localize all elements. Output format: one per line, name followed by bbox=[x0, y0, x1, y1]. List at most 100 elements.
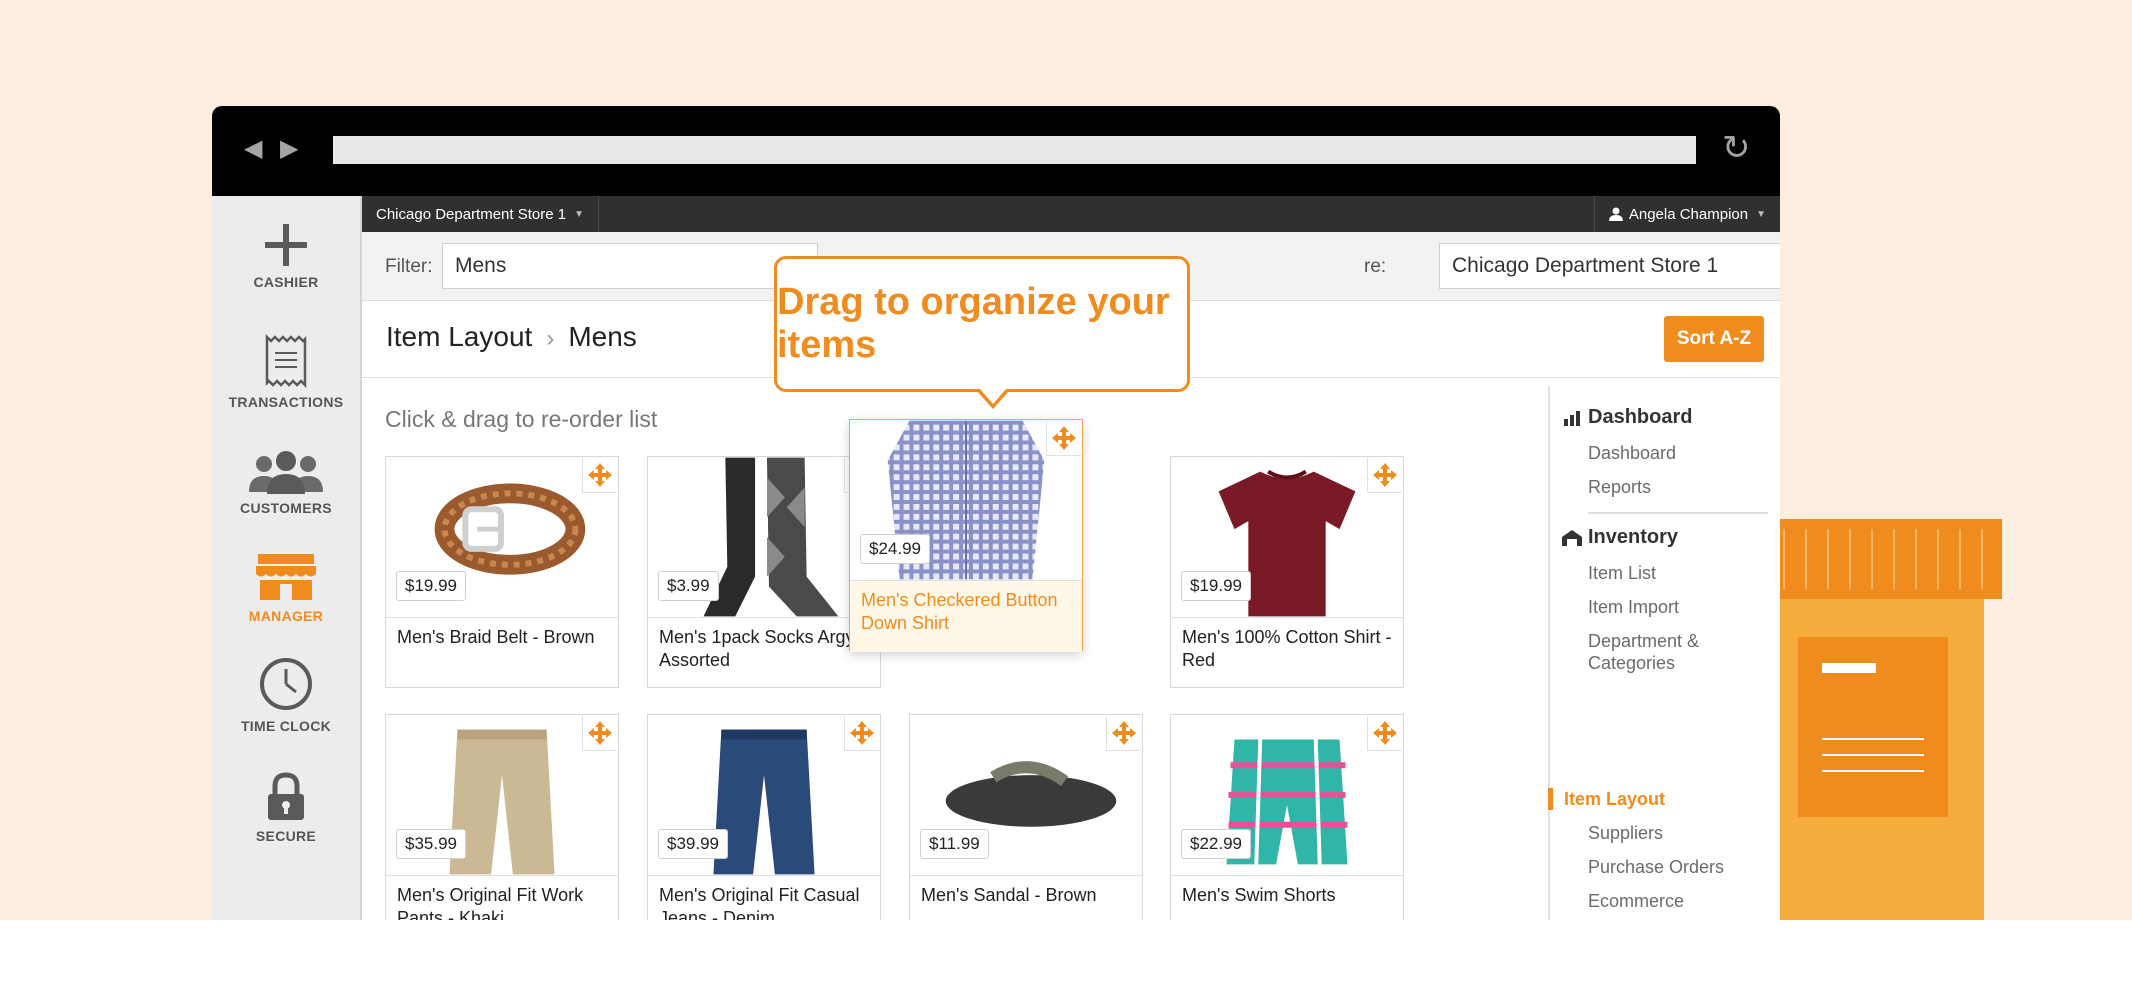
tooltip-text: Drag to organize your items bbox=[777, 281, 1170, 366]
nav-label: CUSTOMERS bbox=[240, 500, 332, 516]
drag-handle[interactable] bbox=[1367, 458, 1402, 493]
item-card[interactable]: $19.99 Men's 100% Cotton Shirt - Red bbox=[1170, 456, 1404, 688]
nav-secure[interactable]: SECURE bbox=[212, 772, 360, 844]
tooltip-tail-inner bbox=[980, 389, 1006, 404]
filter-input[interactable]: Mens bbox=[442, 243, 818, 289]
drag-handle[interactable] bbox=[1106, 716, 1141, 751]
lock-icon bbox=[268, 772, 304, 820]
breadcrumb-separator: › bbox=[546, 325, 555, 352]
active-indicator bbox=[1548, 788, 1553, 810]
forward-arrow-icon[interactable]: ▶ bbox=[280, 134, 298, 163]
warehouse-icon bbox=[1562, 528, 1582, 548]
item-name: Men's Braid Belt - Brown bbox=[386, 617, 618, 649]
clipboard-paper-illustration bbox=[1798, 637, 1948, 817]
top-bar: Chicago Department Store 1 ▼ Angela Cham… bbox=[362, 196, 1780, 232]
store-dropdown[interactable]: Chicago Department Store 1 ▼ bbox=[362, 196, 600, 232]
item-name: Men's 1pack Socks Argyle Assorted bbox=[648, 617, 880, 672]
item-price: $19.99 bbox=[396, 571, 466, 601]
chevron-down-icon: ▼ bbox=[1756, 208, 1766, 220]
menu-item-suppliers[interactable]: Suppliers bbox=[1588, 822, 1768, 844]
store-icon bbox=[256, 554, 316, 600]
item-card[interactable]: $11.99 Men's Sandal - Brown bbox=[909, 714, 1143, 920]
right-menu: Dashboard Dashboard Reports Inventory It… bbox=[1548, 386, 1780, 920]
menu-item-purchase-orders[interactable]: Purchase Orders bbox=[1588, 856, 1768, 878]
item-price: $24.99 bbox=[860, 534, 930, 564]
nav-manager[interactable]: MANAGER bbox=[212, 552, 360, 624]
item-price: $39.99 bbox=[658, 829, 728, 859]
menu-item-ecommerce[interactable]: Ecommerce bbox=[1588, 890, 1768, 912]
move-icon bbox=[588, 463, 612, 487]
customers-icon bbox=[249, 451, 323, 494]
item-card[interactable]: $19.99 Men's Braid Belt - Brown bbox=[385, 456, 619, 688]
breadcrumb-root[interactable]: Item Layout bbox=[386, 321, 532, 352]
clock-icon bbox=[260, 658, 312, 710]
menu-section-inventory[interactable]: Inventory bbox=[1562, 526, 1678, 549]
item-name: Men's Original Fit Casual Jeans - Denim bbox=[648, 875, 880, 920]
item-card[interactable]: $35.99 Men's Original Fit Work Pants - K… bbox=[385, 714, 619, 920]
item-card[interactable]: $39.99 Men's Original Fit Casual Jeans -… bbox=[647, 714, 881, 920]
drag-handle[interactable] bbox=[1367, 716, 1402, 751]
item-price: $35.99 bbox=[396, 829, 466, 859]
item-name: Men's Sandal - Brown bbox=[910, 875, 1142, 907]
drag-handle[interactable] bbox=[582, 716, 617, 751]
menu-section-dashboard[interactable]: Dashboard bbox=[1562, 406, 1692, 429]
item-card[interactable]: $3.99 Men's 1pack Socks Argyle Assorted bbox=[647, 456, 881, 688]
drag-tooltip: Drag to organize your items bbox=[774, 256, 1190, 409]
item-card[interactable]: $22.99 Men's Swim Shorts bbox=[1170, 714, 1404, 920]
left-sidebar: CASHIER TRANSACTIONS CUSTOMERS MANAGER T… bbox=[212, 196, 362, 920]
item-name: Men's Checkered Button Down Shirt bbox=[850, 580, 1082, 652]
move-icon bbox=[850, 721, 874, 745]
drag-handle[interactable] bbox=[582, 458, 617, 493]
back-arrow-icon[interactable]: ◀ bbox=[244, 134, 262, 163]
reorder-hint: Click & drag to re-order list bbox=[385, 406, 658, 432]
user-menu[interactable]: Angela Champion ▼ bbox=[1593, 196, 1780, 232]
menu-item-item-import[interactable]: Item Import bbox=[1588, 596, 1768, 618]
menu-item-department-categories[interactable]: Department & Categories bbox=[1588, 630, 1768, 674]
nav-label: MANAGER bbox=[248, 608, 324, 624]
reload-icon[interactable]: ↻ bbox=[1722, 128, 1751, 168]
plus-icon bbox=[265, 224, 307, 266]
drag-handle[interactable] bbox=[844, 716, 879, 751]
browser-window: ◀ ▶ ↻ CASHIER TRANSACTIONS CUSTOMERS MAN… bbox=[212, 106, 1780, 920]
nav-cashier[interactable]: CASHIER bbox=[212, 222, 360, 290]
store-select-value: Chicago Department Store 1 bbox=[1452, 254, 1719, 277]
item-price: $22.99 bbox=[1181, 829, 1251, 859]
nav-transactions[interactable]: TRANSACTIONS bbox=[212, 334, 360, 410]
sort-az-button[interactable]: Sort A-Z bbox=[1664, 316, 1764, 362]
menu-item-item-layout[interactable]: Item Layout bbox=[1564, 788, 1744, 810]
item-name: Men's 100% Cotton Shirt - Red bbox=[1171, 617, 1403, 672]
store-select[interactable]: Chicago Department Store 1 ▼ bbox=[1439, 243, 1780, 289]
move-icon bbox=[1112, 721, 1136, 745]
store-label: re: bbox=[1364, 256, 1387, 277]
nav-customers[interactable]: CUSTOMERS bbox=[212, 450, 360, 516]
nav-label: SECURE bbox=[255, 828, 317, 844]
filter-label: Filter: bbox=[385, 256, 433, 277]
nav-label: CASHIER bbox=[253, 274, 319, 290]
menu-item-dashboard[interactable]: Dashboard bbox=[1588, 442, 1768, 464]
nav-label: TIME CLOCK bbox=[240, 718, 332, 734]
dragged-item-card[interactable]: $24.99 Men's Checkered Button Down Shirt bbox=[849, 419, 1083, 652]
breadcrumb-current: Mens bbox=[568, 321, 637, 352]
address-bar[interactable] bbox=[333, 136, 1696, 164]
move-icon bbox=[588, 721, 612, 745]
move-icon bbox=[1373, 721, 1397, 745]
move-icon bbox=[1373, 463, 1397, 487]
nav-label: TRANSACTIONS bbox=[228, 394, 344, 410]
chevron-down-icon: ▼ bbox=[574, 208, 585, 220]
item-name: Men's Original Fit Work Pants - Khaki bbox=[386, 875, 618, 920]
bar-chart-icon bbox=[1562, 408, 1582, 428]
move-icon bbox=[1052, 426, 1076, 450]
menu-section-title: Dashboard bbox=[1588, 406, 1693, 428]
browser-chrome: ◀ ▶ ↻ bbox=[212, 106, 1780, 196]
item-price: $19.99 bbox=[1181, 571, 1251, 601]
item-price: $11.99 bbox=[920, 829, 989, 859]
nav-time-clock[interactable]: TIME CLOCK bbox=[212, 656, 360, 734]
menu-divider bbox=[1588, 512, 1768, 514]
item-price: $3.99 bbox=[658, 571, 719, 601]
store-name: Chicago Department Store 1 bbox=[376, 205, 567, 223]
drag-handle[interactable] bbox=[1046, 421, 1081, 456]
menu-section-title: Inventory bbox=[1588, 526, 1679, 548]
menu-item-reports[interactable]: Reports bbox=[1588, 476, 1768, 498]
user-icon bbox=[1608, 207, 1623, 221]
menu-item-item-list[interactable]: Item List bbox=[1588, 562, 1768, 584]
